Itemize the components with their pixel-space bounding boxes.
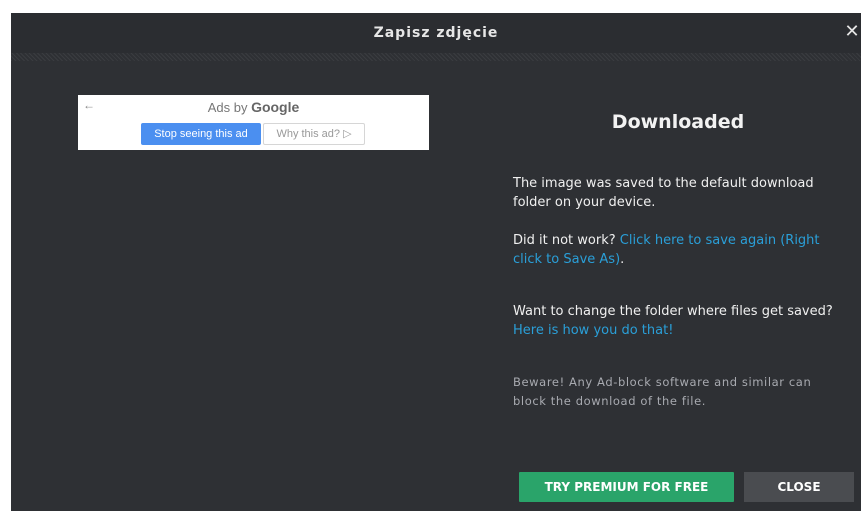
change-folder-text: Want to change the folder where files ge… [513,302,843,340]
stop-seeing-ad-button[interactable]: Stop seeing this ad [141,123,261,145]
retry-question: Did it not work? [513,233,620,248]
ads-by-label: Ads by [207,100,252,115]
close-icon[interactable]: ✕ [843,21,861,43]
saved-info-text: The image was saved to the default downl… [513,176,814,210]
close-button[interactable]: CLOSE [744,472,854,502]
adblock-warning: Beware! Any Ad-block software and simila… [513,375,812,408]
header-divider [11,53,861,61]
ad-banner: ← Ads by Google Stop seeing this ad Why … [78,95,429,150]
why-this-ad-button[interactable]: Why this ad? ▷ [263,123,365,145]
google-label: Google [251,99,300,115]
try-premium-button[interactable]: TRY PREMIUM FOR FREE [519,472,734,502]
how-to-link[interactable]: Here is how you do that! [513,323,673,338]
change-folder-question: Want to change the folder where files ge… [513,304,833,319]
downloaded-heading: Downloaded [611,111,745,133]
ads-by-google-label: Ads by Google [78,99,429,115]
dialog-title: Zapisz zdjęcie [373,25,499,41]
dialog-header: Zapisz zdjęcie ✕ [11,13,861,53]
retry-suffix: . [620,252,625,267]
save-image-dialog: Zapisz zdjęcie ✕ ← Ads by Google Stop se… [11,13,861,511]
retry-text: Did it not work? Click here to save agai… [513,231,843,269]
